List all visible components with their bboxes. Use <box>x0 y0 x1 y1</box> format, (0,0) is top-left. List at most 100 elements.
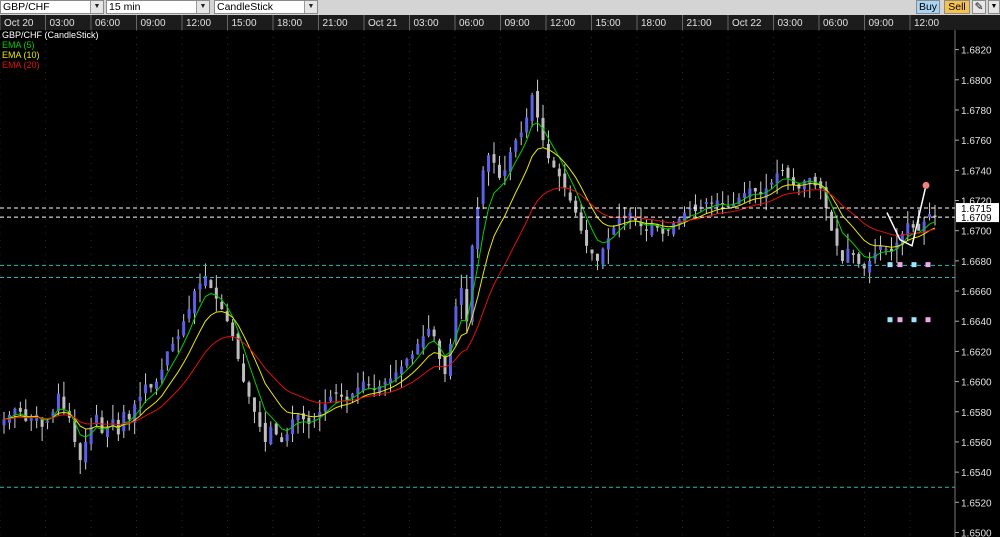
candle-body <box>345 396 349 400</box>
chart-background <box>0 15 1000 537</box>
candle-body <box>84 441 88 463</box>
pencil-icon[interactable]: ✎ <box>972 0 986 14</box>
buy-button[interactable]: Buy <box>916 0 940 14</box>
time-label: 21:00 <box>687 18 712 29</box>
candle-body <box>574 200 578 213</box>
candle-body <box>797 184 801 189</box>
price-label: 1.6800 <box>961 76 992 87</box>
candle-body <box>546 143 550 159</box>
candle-body <box>193 291 197 314</box>
candle-body <box>24 409 28 421</box>
time-label: 03:00 <box>414 18 439 29</box>
order-marker[interactable] <box>911 317 917 323</box>
candle-body <box>928 214 932 218</box>
candle-body <box>579 212 583 231</box>
candle-body <box>443 355 447 375</box>
candle-body <box>672 223 676 235</box>
time-label: Oct 22 <box>732 18 762 29</box>
legend-ema5: EMA (5) <box>2 40 35 50</box>
candle-body <box>617 218 621 225</box>
candle-body <box>492 154 496 163</box>
candle-body <box>868 260 872 273</box>
chart-legend: GBP/CHF (CandleStick) EMA (5) EMA (10) E… <box>2 30 99 70</box>
price-label: 1.6820 <box>961 46 992 57</box>
time-label: 12:00 <box>550 18 575 29</box>
candle-body <box>13 408 17 415</box>
order-marker[interactable] <box>911 262 917 268</box>
candle-body <box>361 381 365 391</box>
candle-body <box>144 384 148 394</box>
price-label: 1.6520 <box>961 498 992 509</box>
candle-body <box>160 369 164 380</box>
time-label: 06:00 <box>823 18 848 29</box>
price-label: 1.6500 <box>961 528 992 537</box>
order-marker[interactable] <box>897 262 903 268</box>
price-label: 1.6580 <box>961 408 992 419</box>
candle-body <box>595 253 599 261</box>
candle-body <box>187 309 191 319</box>
candle-body <box>737 197 741 205</box>
price-label: 1.6540 <box>961 468 992 479</box>
time-label: 03:00 <box>50 18 75 29</box>
candle-body <box>111 419 115 426</box>
candle-body <box>220 301 224 310</box>
candle-body <box>323 404 327 412</box>
candle-body <box>770 182 774 185</box>
candle-body <box>171 343 175 351</box>
time-axis: Oct 20 03:00 06:00 09:00 12:00 15:00 18:00 21:0… <box>0 15 1000 30</box>
candle-body <box>367 384 371 386</box>
order-marker[interactable] <box>887 262 893 268</box>
chevron-down-icon[interactable]: ▼ <box>988 0 1000 14</box>
time-label: 15:00 <box>232 18 257 29</box>
candle-body <box>857 253 861 264</box>
candle-body <box>2 419 6 426</box>
candle-body <box>721 202 725 204</box>
time-label: 06:00 <box>459 18 484 29</box>
time-label: 18:00 <box>277 18 302 29</box>
trade-marker[interactable] <box>922 181 930 189</box>
candle-body <box>623 215 627 217</box>
candle-body <box>89 426 93 445</box>
time-label: 09:00 <box>141 18 166 29</box>
candle-body <box>487 155 491 172</box>
candle-body <box>231 322 235 337</box>
candle-body <box>552 160 556 168</box>
order-marker[interactable] <box>925 262 931 268</box>
candle-body <box>214 287 218 299</box>
candle-body <box>601 248 605 265</box>
candle-body <box>421 336 425 348</box>
candle-body <box>182 321 186 336</box>
price-label: 1.6760 <box>961 136 992 147</box>
candle-body <box>383 381 387 385</box>
symbol-select[interactable]: GBP/CHF ▼ <box>0 0 104 14</box>
candle-body <box>459 288 463 305</box>
chevron-down-icon[interactable]: ▼ <box>304 1 317 13</box>
candle-body <box>29 417 33 421</box>
candle-body <box>514 140 518 152</box>
candle-body <box>704 202 708 204</box>
order-marker[interactable] <box>925 317 931 323</box>
order-marker[interactable] <box>897 317 903 323</box>
candle-body <box>165 351 169 366</box>
candle-body <box>340 394 344 397</box>
candle-body <box>334 392 338 394</box>
timeframe-select[interactable]: 15 min ▼ <box>106 0 210 14</box>
candle-body <box>590 249 594 254</box>
candle-body <box>628 212 632 220</box>
price-chart[interactable]: Oct 20 03:00 06:00 09:00 12:00 15:00 18:00 21:0… <box>0 15 1000 537</box>
sell-button[interactable]: Sell <box>944 0 970 14</box>
legend-ema20: EMA (20) <box>2 60 40 70</box>
candle-body <box>470 245 474 323</box>
chevron-down-icon[interactable]: ▼ <box>196 1 209 13</box>
candle-body <box>862 264 866 269</box>
candle-body <box>563 173 567 189</box>
order-marker[interactable] <box>887 317 893 323</box>
candle-body <box>252 397 256 412</box>
candle-body <box>427 328 431 336</box>
chevron-down-icon[interactable]: ▼ <box>90 1 103 13</box>
candle-body <box>666 229 670 231</box>
candle-body <box>399 366 403 374</box>
chart-type-select[interactable]: CandleStick ▼ <box>214 0 318 14</box>
candle-body <box>100 417 104 433</box>
price-label: 1.6700 <box>961 227 992 238</box>
